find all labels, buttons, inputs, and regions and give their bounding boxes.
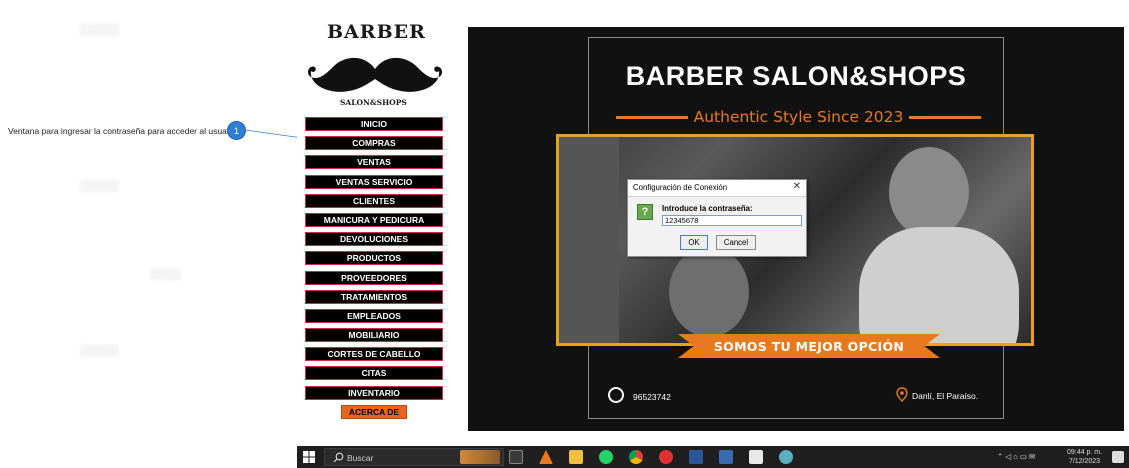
background-ghost-text: ▒▒▒▒▒ bbox=[80, 24, 119, 36]
task-view-icon[interactable] bbox=[509, 450, 523, 464]
menu-button-inicio[interactable]: INICIO bbox=[305, 117, 443, 131]
chrome-icon[interactable] bbox=[629, 450, 643, 464]
word-icon[interactable] bbox=[689, 450, 703, 464]
location-text: Danlí, El Paraíso. bbox=[912, 391, 979, 401]
location-pin-icon bbox=[896, 387, 908, 402]
menu-button-citas[interactable]: CITAS bbox=[305, 366, 443, 381]
menu-button-clientes[interactable]: CLIENTES bbox=[305, 193, 443, 208]
user-app-icon[interactable] bbox=[779, 450, 793, 464]
file-explorer-icon[interactable] bbox=[569, 450, 583, 464]
search-highlight-image bbox=[460, 450, 500, 464]
dialog-title: Configuración de Conexión bbox=[633, 183, 728, 192]
menu-button-compras[interactable]: COMPRAS bbox=[305, 136, 443, 151]
taskbar-clock[interactable]: 09:44 p. m. 7/12/2023 bbox=[1067, 448, 1102, 466]
network-app-icon[interactable] bbox=[719, 450, 733, 464]
question-icon: ? bbox=[637, 204, 653, 220]
dialog-titlebar: Configuración de Conexión ✕ bbox=[628, 180, 806, 197]
phone-number: 96523742 bbox=[633, 392, 671, 402]
about-button[interactable]: ACERCA DE bbox=[341, 404, 407, 419]
windows-start-icon[interactable] bbox=[303, 451, 315, 463]
menu-button-productos[interactable]: PRODUCTOS bbox=[305, 251, 443, 266]
background-ghost-text: ▒▒▒▒▒ bbox=[80, 180, 119, 192]
divider-line bbox=[616, 115, 688, 119]
menu-button-devoluciones[interactable]: DEVOLUCIONES bbox=[305, 232, 443, 247]
whatsapp-icon[interactable] bbox=[599, 450, 613, 464]
logo-subtitle: SALON&SHOPS bbox=[340, 98, 407, 107]
clock-time: 09:44 p. m. bbox=[1067, 449, 1103, 456]
whatsapp-phone-icon bbox=[608, 387, 624, 403]
taskbar: Buscar ⌃ ◁ ⌂ ▭ ✉ 09:44 p. m. 7/12/2023 bbox=[297, 446, 1129, 468]
banner-title: BARBER SALON&SHOPS bbox=[625, 61, 967, 91]
menu-button-cortes-de-cabello[interactable]: CORTES DE CABELLO bbox=[305, 347, 443, 362]
vlc-icon[interactable] bbox=[539, 450, 553, 464]
close-icon[interactable]: ✕ bbox=[793, 181, 801, 192]
menu-button-mobiliario[interactable]: MOBILIARIO bbox=[305, 328, 443, 343]
mustache-logo-icon bbox=[308, 57, 442, 92]
ok-button[interactable]: OK bbox=[680, 235, 708, 250]
logo-title: BARBER bbox=[327, 21, 426, 43]
menu-button-empleados[interactable]: EMPLEADOS bbox=[305, 308, 443, 323]
cancel-button[interactable]: Cancel bbox=[716, 235, 756, 250]
clock-date: 7/12/2023 bbox=[1068, 458, 1101, 465]
banner-ribbon: SOMOS TU MEJOR OPCIÓN bbox=[678, 334, 940, 358]
annotation-text: Ventana para ingresar la contraseña para… bbox=[8, 126, 237, 136]
photo-barber-shirt bbox=[859, 227, 1019, 343]
menu-button-tratamientos[interactable]: TRATAMIENTOS bbox=[305, 289, 443, 304]
annotation-badge: 1 bbox=[228, 122, 245, 139]
menu-button-manicura-pedicura[interactable]: MANICURA Y PEDICURA bbox=[305, 212, 443, 227]
banner-subtitle-row: Authentic Style Since 2023 bbox=[616, 107, 981, 127]
menu-button-proveedores[interactable]: PROVEEDORES bbox=[305, 270, 443, 285]
photo-client-head bbox=[669, 247, 749, 337]
java-app-icon[interactable] bbox=[749, 450, 763, 464]
password-dialog: Configuración de Conexión ✕ ? Introduce … bbox=[627, 179, 807, 257]
app-red-icon[interactable] bbox=[659, 450, 673, 464]
system-tray-icons[interactable]: ⌃ ◁ ⌂ ▭ ✉ bbox=[997, 452, 1035, 461]
sidebar: BARBER SALON&SHOPS INICIO COMPRAS VENTAS… bbox=[297, 13, 457, 443]
banner-subtitle: Authentic Style Since 2023 bbox=[693, 108, 904, 126]
search-placeholder: Buscar bbox=[347, 453, 374, 463]
background-ghost-text: ▒▒▒▒ bbox=[150, 268, 182, 280]
divider-line bbox=[909, 115, 981, 119]
menu-button-ventas[interactable]: VENTAS bbox=[305, 155, 443, 170]
password-prompt-label: Introduce la contraseña: bbox=[662, 204, 753, 213]
search-icon bbox=[333, 452, 344, 463]
desktop: ▒▒▒▒▒ ▒▒▒▒▒ ▒▒▒▒ ▒▒▒▒▒ Ventana para ingr… bbox=[0, 0, 1129, 468]
menu-button-ventas-servicio[interactable]: VENTAS SERVICIO bbox=[305, 174, 443, 189]
menu-button-inventario[interactable]: INVENTARIO bbox=[305, 385, 443, 400]
photo-barber-head bbox=[889, 147, 969, 237]
photo-left-wall bbox=[559, 137, 619, 343]
background-ghost-text: ▒▒▒▒▒ bbox=[80, 345, 119, 357]
password-input[interactable]: 12345678 bbox=[662, 215, 802, 226]
main-menu: INICIO COMPRAS VENTAS VENTAS SERVICIO CL… bbox=[305, 117, 443, 424]
notifications-icon[interactable] bbox=[1112, 451, 1124, 463]
